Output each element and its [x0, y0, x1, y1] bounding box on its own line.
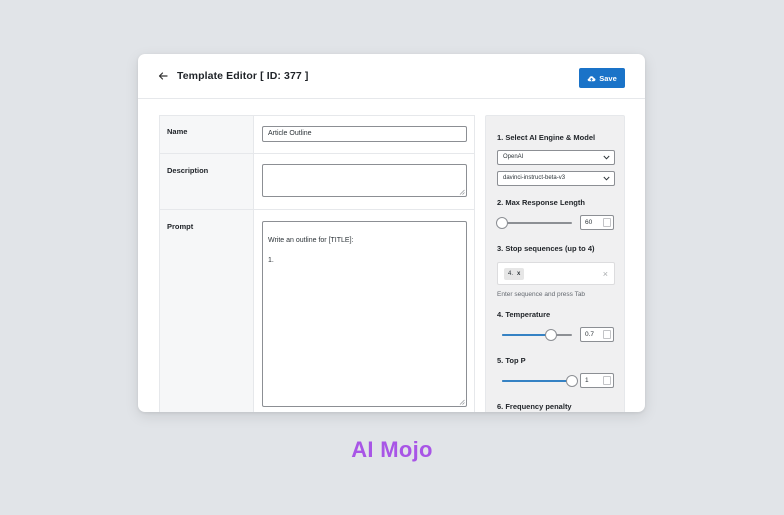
name-label: Name — [167, 127, 188, 136]
tag-label: 4. — [508, 271, 514, 277]
template-editor-window: Template Editor [ ID: 377 ] Save Name Ar… — [138, 54, 645, 412]
stop-sequences-title: 3. Stop sequences (up to 4) — [497, 244, 595, 253]
slider-thumb[interactable] — [496, 217, 508, 229]
max-length-value: 60 — [585, 219, 593, 226]
editor-header: Template Editor [ ID: 377 ] Save — [138, 54, 645, 99]
temperature-input[interactable]: 0.7 — [580, 327, 614, 342]
page-title: Template Editor [ ID: 377 ] — [177, 70, 309, 82]
stop-sequences-hint: Enter sequence and press Tab — [497, 291, 586, 298]
stop-sequence-tag: 4. x — [504, 268, 525, 280]
name-input[interactable]: Article Outline — [262, 126, 467, 142]
form-label-cell: Name — [160, 116, 254, 153]
settings-sidebar: 1. Select AI Engine & Model OpenAI davin… — [485, 115, 625, 412]
save-label: Save — [599, 73, 617, 83]
frequency-penalty-title: 6. Frequency penalty — [497, 402, 572, 411]
slider-thumb[interactable] — [545, 329, 557, 341]
top-p-input[interactable]: 1 — [580, 373, 614, 388]
tag-remove-icon[interactable]: x — [517, 268, 520, 280]
slider-fill — [502, 380, 572, 382]
description-textarea[interactable] — [262, 164, 467, 197]
temperature-title: 4. Temperature — [497, 310, 551, 319]
description-label: Description — [167, 166, 209, 175]
max-length-slider[interactable] — [496, 217, 572, 229]
top-p-value: 1 — [585, 377, 589, 384]
spinner-icon[interactable] — [603, 218, 611, 227]
chevron-down-icon — [603, 176, 610, 181]
form-label-cell: Prompt — [160, 210, 254, 412]
slider-thumb[interactable] — [566, 375, 578, 387]
resize-grip-icon[interactable] — [459, 399, 465, 405]
cloud-upload-icon — [587, 75, 596, 81]
form-row-prompt: Prompt Write an outline for [TITLE]: 1. — [160, 210, 474, 412]
prompt-value: Write an outline for [TITLE]: 1. — [268, 237, 354, 264]
slider-fill — [502, 334, 551, 336]
form-label-cell: Description — [160, 154, 254, 209]
model-select[interactable]: davinci-instruct-beta-v3 — [497, 171, 615, 186]
save-button[interactable]: Save — [579, 68, 625, 88]
chevron-down-icon — [603, 155, 610, 160]
arrow-left-icon — [158, 72, 168, 80]
temperature-slider[interactable] — [502, 329, 572, 341]
temperature-value: 0.7 — [585, 331, 595, 338]
spinner-icon[interactable] — [603, 330, 611, 339]
provider-value: OpenAI — [503, 154, 524, 160]
template-form: Name Article Outline Description Prompt … — [159, 115, 475, 412]
back-button[interactable] — [158, 70, 170, 82]
brand-logo: AI Mojo — [351, 437, 433, 462]
engine-title: 1. Select AI Engine & Model — [497, 133, 596, 142]
provider-select[interactable]: OpenAI — [497, 150, 615, 165]
spinner-icon[interactable] — [603, 376, 611, 385]
prompt-label: Prompt — [167, 222, 194, 231]
form-row-name: Name Article Outline — [160, 116, 474, 154]
resize-grip-icon[interactable] — [459, 189, 465, 195]
model-value: davinci-instruct-beta-v3 — [503, 175, 566, 181]
max-length-input[interactable]: 60 — [580, 215, 614, 230]
stop-sequences-input[interactable]: 4. x × — [497, 262, 615, 285]
max-length-title: 2. Max Response Length — [497, 198, 585, 207]
top-p-slider[interactable] — [502, 375, 578, 387]
form-row-description: Description — [160, 154, 474, 210]
prompt-textarea[interactable]: Write an outline for [TITLE]: 1. — [262, 221, 467, 407]
clear-icon[interactable]: × — [603, 268, 608, 280]
top-p-title: 5. Top P — [497, 356, 526, 365]
